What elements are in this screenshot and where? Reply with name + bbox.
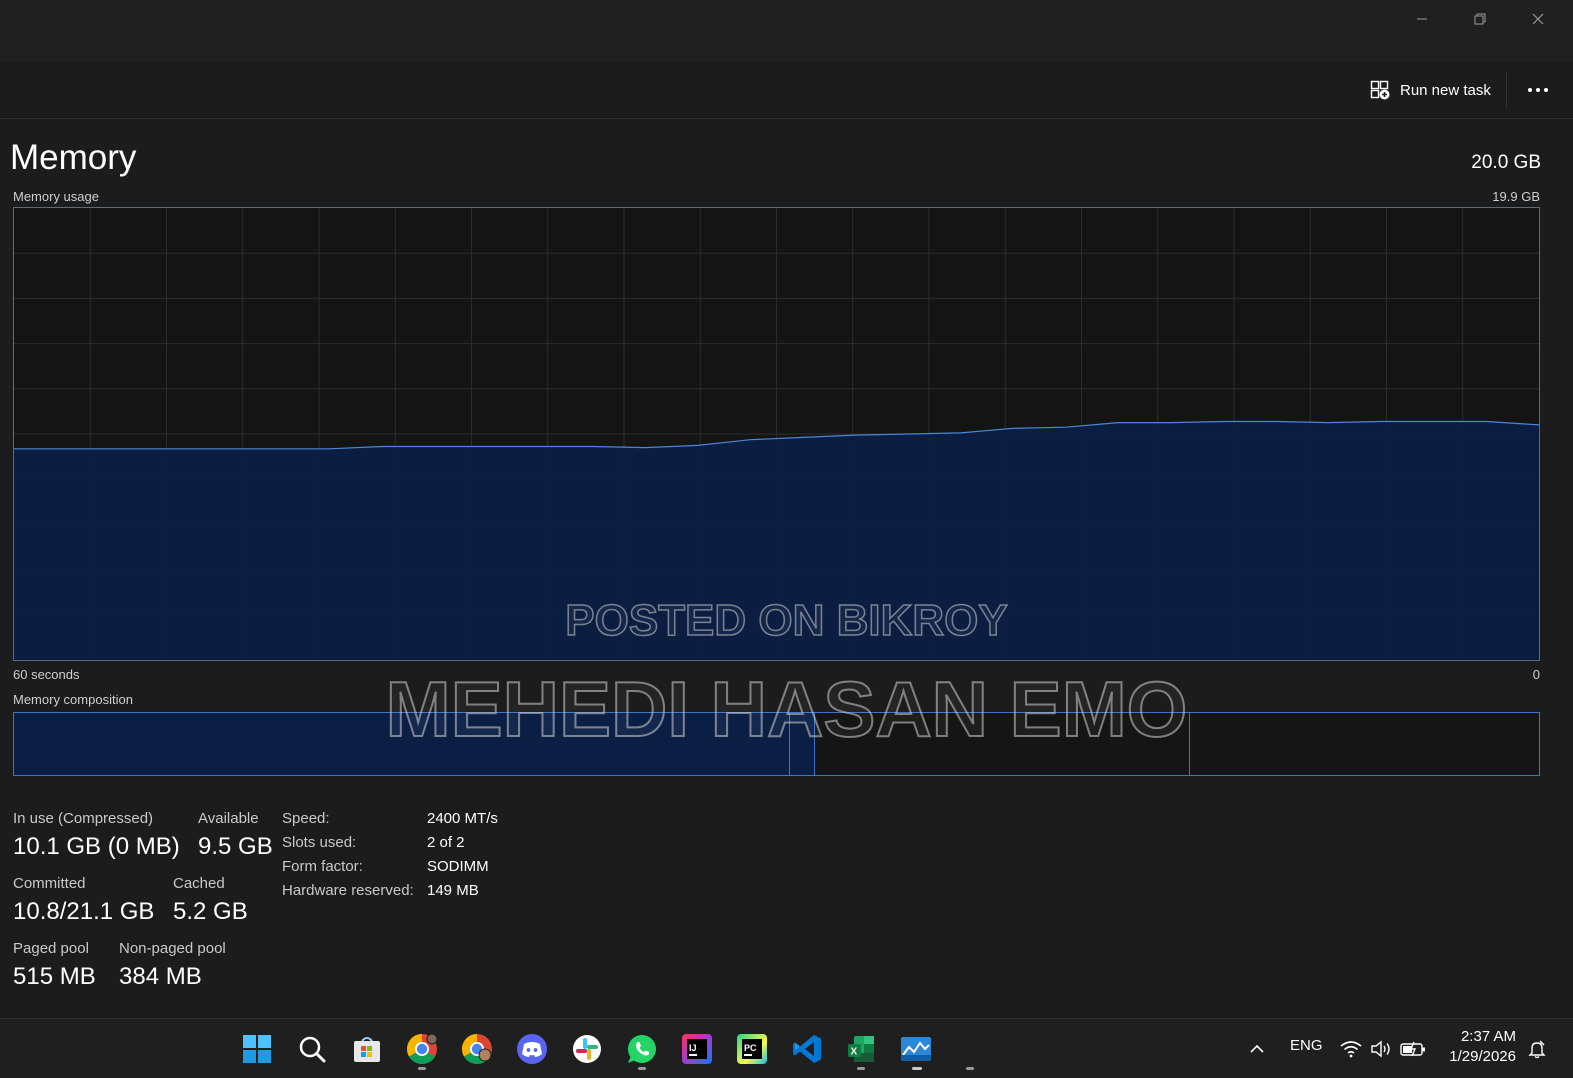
speed-value: 2400 MT/s [427, 810, 498, 827]
available-value: 9.5 GB [198, 833, 273, 860]
graph-max-label: 19.9 GB [1492, 189, 1540, 204]
in-use-label: In use (Compressed) [13, 810, 154, 827]
clock-time: 2:37 AM [1460, 1028, 1516, 1045]
taskbar: IJ PC X ENG 2:37 AM 1/29/2026 [0, 1018, 1573, 1078]
memory-usage-chart [14, 208, 1539, 660]
committed-label: Committed [13, 875, 86, 892]
task-manager-icon[interactable] [898, 1031, 934, 1067]
non-paged-pool-value: 384 MB [119, 963, 202, 990]
hardware-reserved-value: 149 MB [427, 882, 479, 899]
hardware-reserved-label: Hardware reserved: [282, 882, 414, 899]
svg-text:PC: PC [744, 1043, 757, 1053]
watermark-line-2: MEHEDI HASAN EMO [385, 664, 1189, 754]
slots-value: 2 of 2 [427, 834, 465, 851]
cached-label: Cached [173, 875, 225, 892]
search-icon[interactable] [294, 1031, 330, 1067]
minimize-icon [1417, 18, 1427, 20]
speed-label: Speed: [282, 810, 330, 827]
watermark-line-1: POSTED ON BIKROY [565, 595, 1009, 646]
committed-value: 10.8/21.1 GB [13, 898, 155, 925]
run-new-task-icon [1370, 80, 1390, 100]
wifi-icon[interactable] [1334, 1031, 1368, 1067]
form-factor-value: SODIMM [427, 858, 489, 875]
restore-icon [1474, 13, 1486, 25]
excel-running-indicator [857, 1067, 865, 1070]
close-icon [1532, 13, 1544, 25]
intellij-icon[interactable]: IJ [679, 1031, 715, 1067]
run-new-task-label: Run new task [1400, 81, 1491, 99]
paged-pool-value: 515 MB [13, 963, 96, 990]
form-factor-label: Form factor: [282, 858, 363, 875]
paged-pool-label: Paged pool [13, 940, 89, 957]
vscode-icon[interactable] [789, 1031, 825, 1067]
clock-date: 1/29/2026 [1449, 1048, 1516, 1065]
notification-icon[interactable] [1522, 1031, 1552, 1067]
volume-icon[interactable] [1364, 1031, 1398, 1067]
extra-running-indicator [966, 1067, 974, 1070]
whatsapp-icon[interactable] [624, 1031, 660, 1067]
chrome-profile-icon[interactable] [459, 1031, 495, 1067]
minimize-button[interactable] [1394, 4, 1450, 34]
windows-start-icon[interactable] [239, 1031, 275, 1067]
task-manager-active-indicator [912, 1067, 922, 1070]
chrome-icon[interactable] [404, 1031, 440, 1067]
command-bar: Run new task [0, 62, 1573, 119]
command-bar-divider [1506, 72, 1507, 108]
restore-button[interactable] [1452, 4, 1508, 34]
more-icon [1528, 88, 1548, 92]
svg-text:IJ: IJ [689, 1043, 697, 1053]
run-new-task-button[interactable]: Run new task [1362, 73, 1503, 107]
microsoft-store-icon[interactable] [349, 1031, 385, 1067]
memory-usage-graph [13, 207, 1540, 661]
total-memory: 20.0 GB [1471, 152, 1541, 173]
language-indicator[interactable]: ENG [1290, 1037, 1323, 1054]
page-title: Memory [10, 138, 137, 177]
pycharm-icon[interactable]: PC [734, 1031, 770, 1067]
memory-usage-label: Memory usage [13, 189, 99, 204]
chevron-up-icon [1250, 1044, 1264, 1053]
slack-icon[interactable] [569, 1031, 605, 1067]
cached-value: 5.2 GB [173, 898, 248, 925]
svg-text:X: X [851, 1047, 858, 1058]
battery-icon[interactable] [1396, 1031, 1430, 1067]
available-label: Available [198, 810, 259, 827]
discord-icon[interactable] [514, 1031, 550, 1067]
close-button[interactable] [1510, 4, 1566, 34]
tray-overflow-button[interactable] [1240, 1031, 1274, 1067]
non-paged-pool-label: Non-paged pool [119, 940, 226, 957]
slots-label: Slots used: [282, 834, 357, 851]
more-options-button[interactable] [1514, 73, 1562, 107]
chrome-running-indicator [418, 1067, 426, 1070]
excel-icon[interactable]: X [843, 1031, 879, 1067]
whatsapp-running-indicator [638, 1067, 646, 1070]
in-use-value: 10.1 GB (0 MB) [13, 833, 180, 860]
title-bar [0, 0, 1573, 62]
system-clock[interactable]: 2:37 AM 1/29/2026 [1430, 1027, 1516, 1067]
